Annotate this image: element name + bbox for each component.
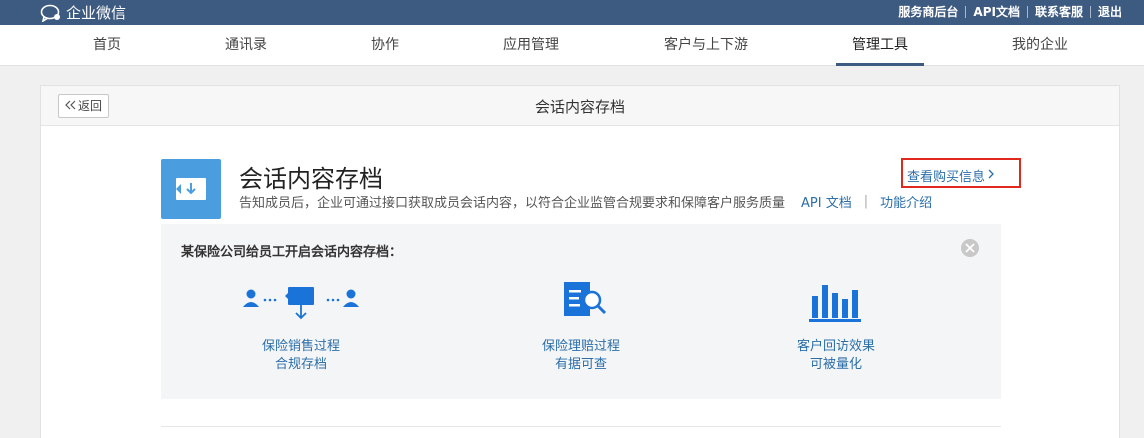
provider-console-link[interactable]: 服务商后台 bbox=[898, 3, 958, 20]
content-divider bbox=[161, 426, 1001, 427]
feature-line1: 客户回访效果 bbox=[796, 339, 875, 354]
divider bbox=[1089, 5, 1091, 18]
case-study-box: 某保险公司给员工开启会话内容存档： 保险销售过程 合规存档 保险理赔过程 有据可… bbox=[161, 224, 1001, 399]
feature-line2: 可被量化 bbox=[809, 357, 862, 372]
app-title: 会话内容存档 bbox=[239, 165, 383, 193]
view-purchase-info-link[interactable]: 查看购买信息 bbox=[907, 166, 995, 185]
logout-link[interactable]: 退出 bbox=[1098, 3, 1122, 20]
feature-intro-link[interactable]: 功能介绍 bbox=[880, 192, 932, 211]
nav-collaboration[interactable]: 协作 bbox=[365, 25, 405, 66]
buy-info-label: 查看购买信息 bbox=[907, 170, 986, 185]
contact-support-link[interactable]: 联系客服 bbox=[1035, 3, 1083, 20]
feature-line2: 合规存档 bbox=[274, 357, 327, 372]
close-icon bbox=[965, 243, 975, 253]
separator: | bbox=[863, 194, 869, 209]
case-title: 某保险公司给员工开启会话内容存档： bbox=[181, 245, 403, 260]
api-doc-link-inline[interactable]: API 文档 bbox=[801, 192, 852, 211]
page-title: 会话内容存档 bbox=[534, 98, 625, 116]
main-nav: 首页 通讯录 协作 应用管理 客户与上下游 管理工具 我的企业 bbox=[0, 25, 1144, 66]
nav-management-tools[interactable]: 管理工具 bbox=[836, 25, 924, 66]
content-panel: 返回 会话内容存档 会话内容存档 告知成员后，企业可通过接口获取成员会话内容，以… bbox=[40, 85, 1120, 438]
app-description: 告知成员后，企业可通过接口获取成员会话内容，以符合企业监管合规要求和保障客户服务… bbox=[239, 196, 786, 211]
nav-home[interactable]: 首页 bbox=[85, 25, 129, 66]
nav-customers-partners[interactable]: 客户与上下游 bbox=[658, 25, 754, 66]
feature-line1: 保险理赔过程 bbox=[541, 339, 620, 354]
nav-my-enterprise[interactable]: 我的企业 bbox=[1005, 25, 1075, 66]
brand-logo[interactable]: 企业微信 bbox=[40, 2, 126, 23]
feature-line1: 保险销售过程 bbox=[261, 339, 340, 354]
divider bbox=[965, 5, 967, 18]
panel-header: 返回 会话内容存档 bbox=[41, 86, 1119, 126]
wecom-logo-icon bbox=[40, 4, 62, 22]
chat-archive-icon bbox=[181, 282, 421, 322]
nav-contacts[interactable]: 通讯录 bbox=[218, 25, 274, 66]
brand-name: 企业微信 bbox=[66, 4, 127, 22]
close-button[interactable] bbox=[961, 239, 979, 257]
divider bbox=[1026, 5, 1028, 18]
chevron-right-icon bbox=[988, 168, 995, 183]
archive-app-icon bbox=[161, 159, 221, 219]
api-doc-link[interactable]: API文档 bbox=[973, 3, 1020, 20]
feature-line2: 有据可查 bbox=[554, 357, 607, 372]
nav-app-management[interactable]: 应用管理 bbox=[497, 25, 565, 66]
bar-chart-icon bbox=[716, 282, 956, 322]
top-links: 服务商后台 API文档 联系客服 退出 bbox=[898, 3, 1122, 20]
document-search-icon bbox=[461, 282, 701, 322]
top-bar: 企业微信 服务商后台 API文档 联系客服 退出 bbox=[0, 0, 1144, 25]
app-description-row: 告知成员后，企业可通过接口获取成员会话内容，以符合企业监管合规要求和保障客户服务… bbox=[239, 192, 932, 211]
